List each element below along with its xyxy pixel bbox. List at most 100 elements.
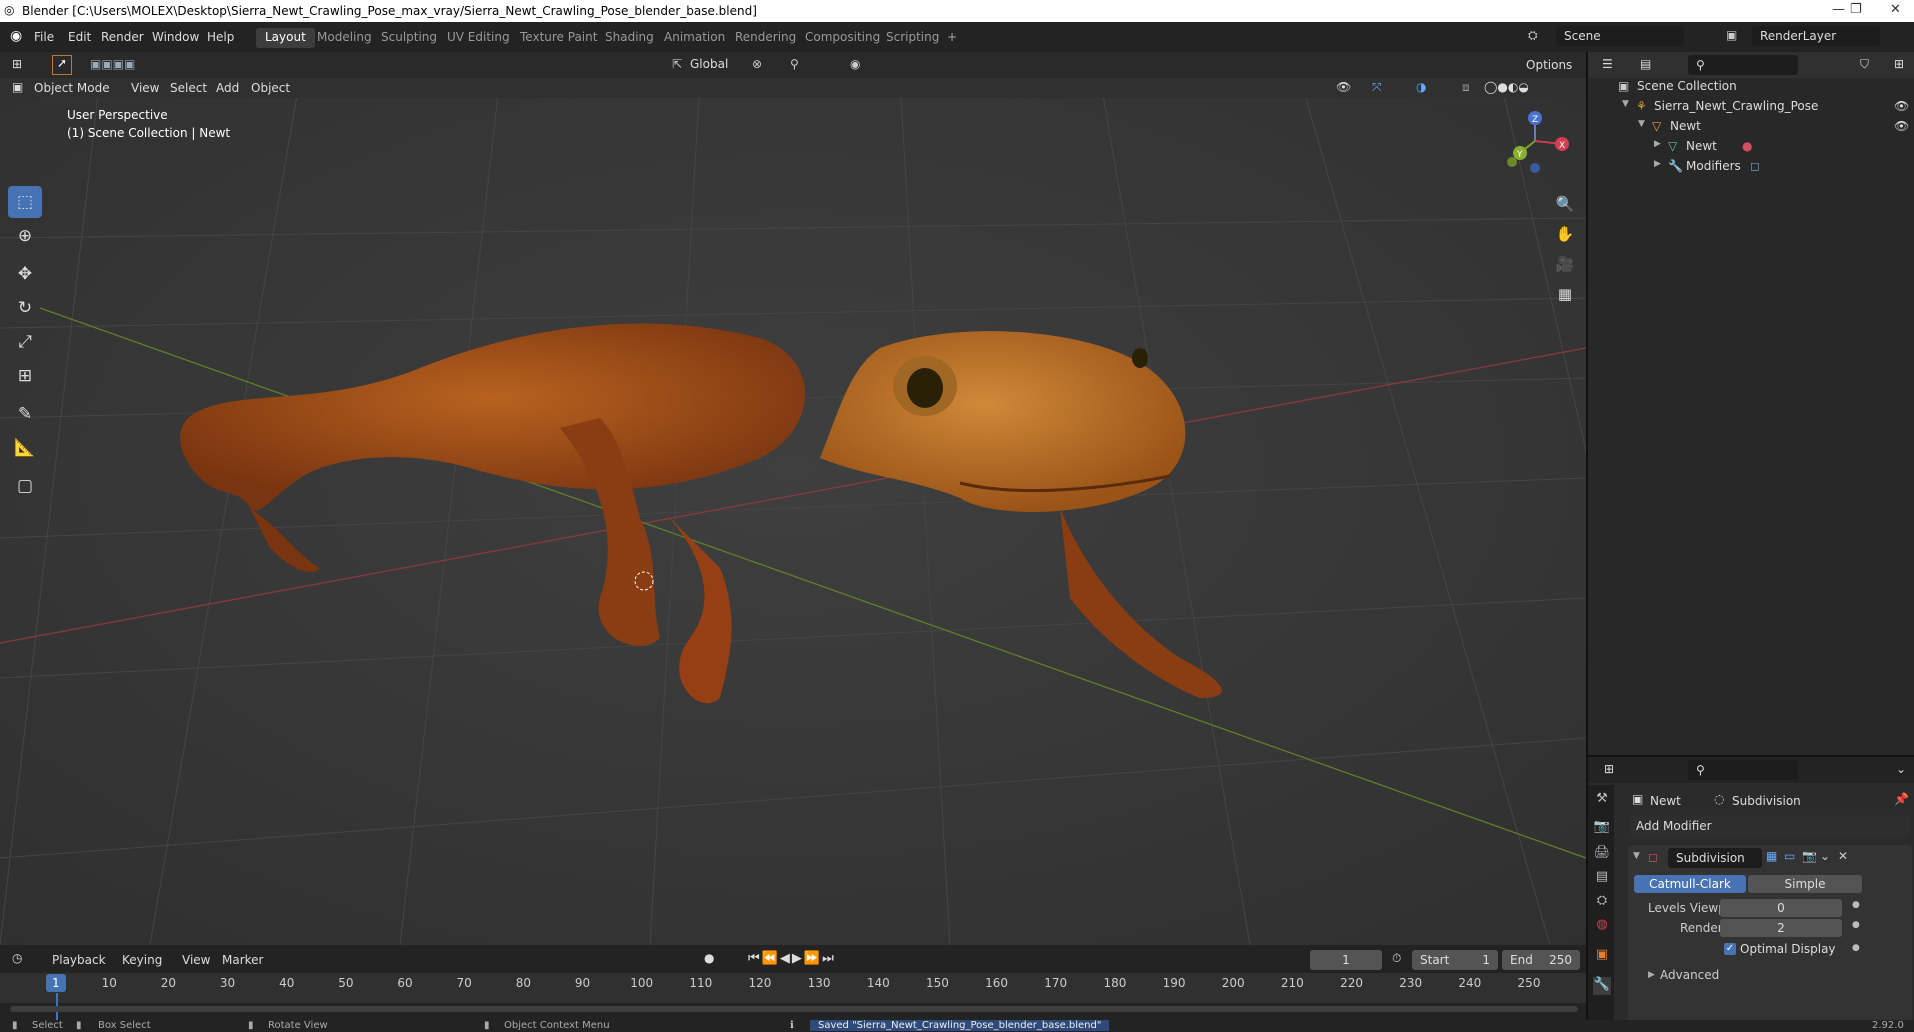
eye-icon[interactable]: 👁 — [1894, 99, 1909, 113]
timeline-menu-view[interactable]: View — [182, 953, 210, 967]
proportional-edit-icon[interactable]: ◉ — [850, 57, 860, 71]
select-box-tool-icon[interactable]: ⬚ — [8, 186, 42, 218]
select-tool-icon[interactable]: ➚ — [52, 55, 72, 75]
editor-type-icon[interactable]: ⊞ — [12, 57, 22, 71]
display-mode-icon[interactable]: ▤ — [1640, 57, 1651, 71]
levels-viewport-field[interactable]: 0 — [1720, 899, 1842, 917]
annotate-tool-icon[interactable]: ✎ — [8, 398, 42, 430]
collapse-arrow-icon[interactable]: ▶ — [1654, 139, 1661, 149]
keyframe-dot-icon[interactable]: ● — [1852, 943, 1860, 953]
3d-viewport[interactable]: ⬚ ⊕ ✥ ↻ ⤢ ⊞ ✎ 📐 ▢ ▣ Object Mode View Sel… — [0, 78, 1586, 945]
ortho-grid-icon[interactable]: ▦ — [1552, 285, 1578, 311]
snap-icon[interactable]: ⚲ — [790, 57, 799, 71]
minimize-button[interactable]: — — [1832, 2, 1845, 17]
timeline-menu-keying[interactable]: Keying — [122, 953, 162, 967]
current-frame-field[interactable]: 1 — [1310, 950, 1382, 970]
outliner-search-input[interactable]: ⚲ — [1688, 55, 1798, 75]
keyframe-dot-icon[interactable]: ● — [1852, 920, 1860, 930]
gizmo-toggle-icon[interactable]: ⤧ — [1372, 80, 1382, 95]
object-tab-icon[interactable]: ▣ — [1593, 947, 1611, 965]
scene-icon[interactable]: ⛭ — [1528, 28, 1538, 43]
optimal-display-checkbox[interactable]: ✓ — [1724, 943, 1736, 955]
menu-edit[interactable]: Edit — [68, 30, 91, 44]
filter-icon[interactable]: ⛉ — [1860, 57, 1869, 72]
eye-icon[interactable]: 👁 — [1894, 119, 1909, 133]
menu-window[interactable]: Window — [152, 30, 199, 44]
camera-view-icon[interactable]: 🎥 — [1552, 255, 1578, 281]
scene-selector[interactable]: Scene — [1556, 26, 1684, 46]
timeline-menu-marker[interactable]: Marker — [222, 953, 263, 967]
modifier-tab-icon[interactable]: 🔧 — [1593, 977, 1611, 995]
zoom-icon[interactable]: 🔍 — [1552, 195, 1578, 221]
keyframe-dot-icon[interactable]: ● — [1852, 900, 1860, 910]
tool-tab-icon[interactable]: ⚒ — [1593, 791, 1611, 809]
shading-mode-icons[interactable]: ◯●◐◒ — [1484, 80, 1529, 94]
options-dropdown[interactable]: Options — [1520, 55, 1582, 75]
viewport-toggle-icon[interactable]: ▭ — [1784, 849, 1795, 863]
output-tab-icon[interactable]: 🖨 — [1593, 845, 1611, 863]
tab-layout[interactable]: Layout — [256, 28, 315, 48]
delete-modifier-icon[interactable]: ✕ — [1838, 849, 1848, 863]
maximize-button[interactable]: ❐ — [1850, 2, 1862, 17]
timeline-menu-playback[interactable]: Playback — [52, 953, 106, 967]
pin-icon[interactable]: 📌 — [1894, 792, 1909, 806]
tab-sculpting[interactable]: Sculpting — [372, 28, 446, 48]
menu-render[interactable]: Render — [101, 30, 144, 44]
move-tool-icon[interactable]: ✥ — [8, 258, 42, 290]
vp-menu-add[interactable]: Add — [216, 81, 239, 95]
add-workspace-button[interactable]: + — [938, 28, 966, 48]
area-separator-vertical[interactable] — [1586, 52, 1588, 1020]
menu-help[interactable]: Help — [207, 30, 234, 44]
panel-collapse-icon[interactable]: ▼ — [1633, 851, 1640, 861]
timeline-ruler[interactable]: 10 20 30 40 50 60 70 80 90 100 110 120 130 140 150 160 1… — [0, 973, 1586, 1023]
end-frame-field[interactable]: End 250 — [1502, 950, 1580, 970]
tab-compositing[interactable]: Compositing — [796, 28, 889, 48]
render-toggle-icon[interactable]: 📷 — [1802, 849, 1817, 863]
close-window-button[interactable]: ✕ — [1890, 2, 1901, 17]
advanced-subpanel[interactable]: Advanced — [1660, 968, 1719, 982]
properties-editor-icon[interactable]: ⊞ — [1604, 762, 1614, 776]
timeline-scrollbar[interactable] — [10, 1006, 1578, 1012]
add-cube-tool-icon[interactable]: ▢ — [8, 470, 42, 502]
navigation-gizmo[interactable]: Z X Y — [1500, 106, 1570, 176]
tab-animation[interactable]: Animation — [655, 28, 734, 48]
tab-modeling[interactable]: Modeling — [308, 28, 381, 48]
render-layer-icon[interactable]: ▣ — [1726, 28, 1737, 42]
view-layer-tab-icon[interactable]: ▤ — [1593, 869, 1611, 887]
overlay-toggle-icon[interactable]: ◑ — [1416, 80, 1426, 94]
catmull-clark-button[interactable]: Catmull-Clark — [1634, 875, 1746, 893]
expand-arrow-icon[interactable]: ▼ — [1638, 119, 1645, 129]
options-chevron-icon[interactable]: ⌄ — [1896, 762, 1906, 776]
render-levels-field[interactable]: 2 — [1720, 919, 1842, 937]
blender-menu-icon[interactable]: ◉ — [10, 28, 22, 44]
tab-rendering[interactable]: Rendering — [726, 28, 805, 48]
pan-hand-icon[interactable]: ✋ — [1552, 225, 1578, 251]
simple-button[interactable]: Simple — [1748, 875, 1862, 893]
advanced-expand-icon[interactable]: ▶ — [1648, 970, 1655, 980]
transform-tool-icon[interactable]: ⊞ — [8, 360, 42, 392]
area-separator-horizontal[interactable] — [1588, 755, 1914, 757]
render-tab-icon[interactable]: 📷 — [1593, 819, 1611, 837]
start-frame-field[interactable]: Start 1 — [1412, 950, 1498, 970]
vp-menu-view[interactable]: View — [131, 81, 159, 95]
outliner-editor-icon[interactable]: ☰ — [1602, 57, 1613, 71]
object-mode-dropdown[interactable]: Object Mode — [34, 81, 110, 95]
select-mode-icons[interactable]: ▣▣▣▣ — [90, 57, 135, 71]
transform-orientation-dropdown[interactable]: Global — [690, 57, 728, 71]
properties-search-input[interactable]: ⚲ — [1688, 760, 1798, 780]
world-tab-icon[interactable]: ◍ — [1593, 917, 1611, 935]
collapse-arrow-icon[interactable]: ▶ — [1654, 159, 1661, 169]
tab-shading[interactable]: Shading — [596, 28, 663, 48]
vp-menu-object[interactable]: Object — [251, 81, 290, 95]
record-icon[interactable]: ● — [704, 951, 714, 965]
outliner-row-newt-object[interactable]: ▼ ▽ Newt 👁 — [1588, 116, 1914, 136]
outliner-row-scene-collection[interactable]: ▣ Scene Collection — [1588, 76, 1914, 96]
new-collection-icon[interactable]: ⊞ — [1894, 57, 1904, 71]
outliner-row-sierra-newt[interactable]: ▼ ⚘ Sierra_Newt_Crawling_Pose 👁 — [1588, 96, 1914, 116]
vp-menu-select[interactable]: Select — [170, 81, 207, 95]
renderlayer-selector[interactable]: RenderLayer — [1752, 26, 1880, 46]
outliner-row-modifiers[interactable]: ▶ 🔧 Modifiers ◻ — [1588, 156, 1914, 176]
rotate-tool-icon[interactable]: ↻ — [8, 292, 42, 324]
tab-texture-paint[interactable]: Texture Paint — [511, 28, 606, 48]
modifier-name-field[interactable]: Subdivision — [1668, 848, 1762, 868]
